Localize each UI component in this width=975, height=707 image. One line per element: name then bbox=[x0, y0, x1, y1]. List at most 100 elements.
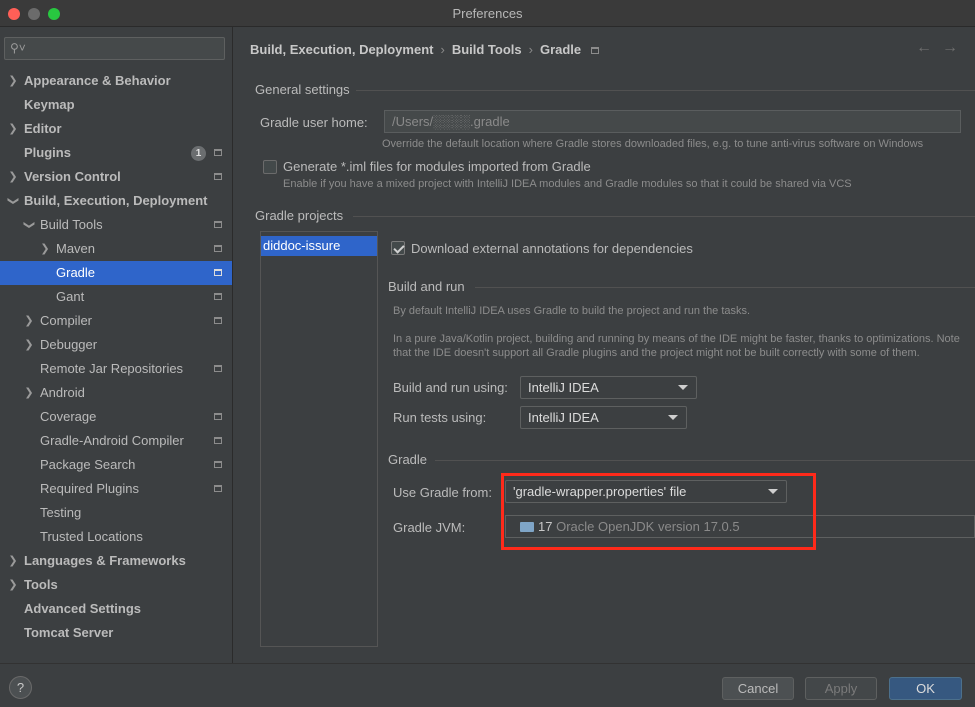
sidebar-item-editor[interactable]: ❯ Editor bbox=[0, 117, 232, 141]
chevron-down-icon[interactable]: ❯ bbox=[1, 195, 25, 207]
ok-button[interactable]: OK bbox=[889, 677, 962, 700]
help-button[interactable]: ? bbox=[9, 676, 32, 699]
chevron-right-icon[interactable]: ❯ bbox=[7, 69, 19, 93]
sidebar-item-label: Coverage bbox=[40, 409, 97, 424]
chevron-right-icon[interactable]: ❯ bbox=[7, 573, 19, 597]
sidebar-item-keymap[interactable]: Keymap bbox=[0, 93, 232, 117]
build-run-using-dropdown[interactable]: IntelliJ IDEA bbox=[520, 376, 697, 399]
sidebar-item-gant[interactable]: Gant bbox=[0, 285, 232, 309]
sidebar-item-android[interactable]: ❯ Android bbox=[0, 381, 232, 405]
chevron-right-icon[interactable]: ❯ bbox=[7, 165, 19, 189]
section-divider bbox=[475, 287, 975, 288]
gradle-user-home-hint: Override the default location where Grad… bbox=[382, 138, 924, 150]
sidebar-item-label: Plugins bbox=[24, 145, 71, 160]
download-annotations-checkbox[interactable] bbox=[391, 241, 405, 255]
cancel-button[interactable]: Cancel bbox=[722, 677, 794, 700]
sidebar-item-debugger[interactable]: ❯ Debugger bbox=[0, 333, 232, 357]
build-run-description: By default IntelliJ IDEA uses Gradle to … bbox=[393, 305, 751, 317]
sidebar-item-label: Appearance & Behavior bbox=[24, 73, 171, 88]
sidebar-item-build-tools[interactable]: ❯ Build Tools bbox=[0, 213, 232, 237]
use-gradle-from-label: Use Gradle from: bbox=[393, 485, 492, 500]
project-level-icon bbox=[214, 437, 222, 444]
sidebar-item-label: Maven bbox=[56, 241, 96, 256]
sidebar-item-build-execution-deployment[interactable]: ❯ Build, Execution, Deployment bbox=[0, 189, 232, 213]
plugins-update-badge: 1 bbox=[191, 146, 206, 161]
sidebar-item-label: Advanced Settings bbox=[24, 601, 142, 616]
section-title-build-and-run: Build and run bbox=[388, 279, 465, 294]
chevron-right-icon[interactable]: ❯ bbox=[23, 333, 35, 357]
sidebar-item-tools[interactable]: ❯ Tools bbox=[0, 573, 232, 597]
sidebar-item-gradle[interactable]: Gradle bbox=[0, 261, 232, 285]
project-level-icon bbox=[214, 485, 222, 492]
red-highlight-annotation bbox=[501, 473, 816, 550]
sidebar-item-label: Gradle bbox=[56, 265, 96, 280]
sidebar-item-label: Languages & Frameworks bbox=[24, 553, 186, 568]
sidebar-item-label: Android bbox=[40, 385, 85, 400]
run-tests-using-dropdown[interactable]: IntelliJ IDEA bbox=[520, 406, 687, 429]
sidebar-item-maven[interactable]: ❯ Maven bbox=[0, 237, 232, 261]
dropdown-arrow-icon bbox=[678, 385, 688, 390]
list-item[interactable]: diddoc-issure bbox=[261, 236, 377, 256]
settings-panel: Build, Execution, Deployment › Build Tools… bbox=[234, 27, 975, 663]
build-run-using-value: IntelliJ IDEA bbox=[528, 380, 599, 395]
sidebar-item-version-control[interactable]: ❯ Version Control bbox=[0, 165, 232, 189]
sidebar-item-label: Compiler bbox=[40, 313, 93, 328]
chevron-right-icon[interactable]: ❯ bbox=[7, 549, 19, 573]
sidebar-item-languages-frameworks[interactable]: ❯ Languages & Frameworks bbox=[0, 549, 232, 573]
gradle-projects-list[interactable]: diddoc-issure bbox=[260, 231, 378, 647]
search-icon: ⚲˅ bbox=[10, 41, 26, 55]
chevron-right-icon[interactable]: ❯ bbox=[7, 117, 19, 141]
gradle-user-home-label: Gradle user home: bbox=[260, 115, 368, 130]
gradle-user-home-field[interactable]: /Users/░░░░.gradle bbox=[384, 110, 961, 133]
section-title-gradle-projects: Gradle projects bbox=[255, 208, 344, 223]
apply-button[interactable]: Apply bbox=[805, 677, 877, 700]
sidebar-item-label: Keymap bbox=[24, 97, 75, 112]
section-divider bbox=[435, 460, 975, 461]
sidebar-item-plugins[interactable]: Plugins 1 bbox=[0, 141, 232, 165]
sidebar-item-label: Tools bbox=[24, 577, 58, 592]
search-input[interactable] bbox=[27, 40, 217, 57]
forward-arrow-icon[interactable]: → bbox=[942, 39, 958, 57]
back-arrow-icon[interactable]: ← bbox=[916, 39, 932, 57]
sidebar-item-tomcat-server[interactable]: Tomcat Server bbox=[0, 621, 232, 645]
breadcrumb: Build, Execution, Deployment › Build Tools… bbox=[250, 42, 600, 57]
download-annotations-label: Download external annotations for depend… bbox=[411, 241, 693, 256]
sidebar-item-testing[interactable]: Testing bbox=[0, 501, 232, 525]
project-level-icon bbox=[214, 293, 222, 300]
sidebar-item-required-plugins[interactable]: Required Plugins bbox=[0, 477, 232, 501]
breadcrumb-separator-icon: › bbox=[528, 42, 533, 57]
breadcrumb-item[interactable]: Build Tools bbox=[452, 42, 522, 57]
project-level-icon bbox=[214, 245, 222, 252]
sidebar-item-appearance-behavior[interactable]: ❯ Appearance & Behavior bbox=[0, 69, 232, 93]
sidebar-item-label: Gant bbox=[56, 289, 85, 304]
sidebar-item-trusted-locations[interactable]: Trusted Locations bbox=[0, 525, 232, 549]
sidebar-item-label: Gradle-Android Compiler bbox=[40, 433, 184, 448]
chevron-down-icon[interactable]: ❯ bbox=[17, 219, 41, 231]
sidebar-item-label: Required Plugins bbox=[40, 481, 140, 496]
sidebar-item-label: Debugger bbox=[40, 337, 98, 352]
chevron-right-icon[interactable]: ❯ bbox=[23, 381, 35, 405]
search-box[interactable]: ⚲˅ bbox=[4, 37, 225, 60]
sidebar-item-label: Tomcat Server bbox=[24, 625, 114, 640]
breadcrumb-item[interactable]: Build, Execution, Deployment bbox=[250, 42, 433, 57]
chevron-right-icon[interactable]: ❯ bbox=[23, 309, 35, 333]
gradle-jvm-label: Gradle JVM: bbox=[393, 520, 466, 535]
breadcrumb-separator-icon: › bbox=[440, 42, 445, 57]
chevron-right-icon[interactable]: ❯ bbox=[39, 237, 51, 261]
sidebar: ⚲˅ ❯ Appearance & Behavior Keymap ❯ Edit… bbox=[0, 27, 233, 663]
sidebar-item-coverage[interactable]: Coverage bbox=[0, 405, 232, 429]
section-title-general: General settings bbox=[255, 82, 350, 97]
generate-iml-checkbox[interactable] bbox=[263, 160, 277, 174]
build-run-note-line1: In a pure Java/Kotlin project, building … bbox=[393, 333, 960, 345]
sidebar-item-gradle-android-compiler[interactable]: Gradle-Android Compiler bbox=[0, 429, 232, 453]
sidebar-item-label: Testing bbox=[40, 505, 82, 520]
sidebar-item-compiler[interactable]: ❯ Compiler bbox=[0, 309, 232, 333]
section-divider bbox=[353, 216, 975, 217]
sidebar-item-advanced-settings[interactable]: Advanced Settings bbox=[0, 597, 232, 621]
sidebar-item-package-search[interactable]: Package Search bbox=[0, 453, 232, 477]
project-level-icon bbox=[214, 269, 222, 276]
window-title: Preferences bbox=[452, 6, 523, 21]
sidebar-item-remote-jar-repositories[interactable]: Remote Jar Repositories bbox=[0, 357, 232, 381]
project-level-icon bbox=[214, 317, 222, 324]
sidebar-item-label: Version Control bbox=[24, 169, 121, 184]
